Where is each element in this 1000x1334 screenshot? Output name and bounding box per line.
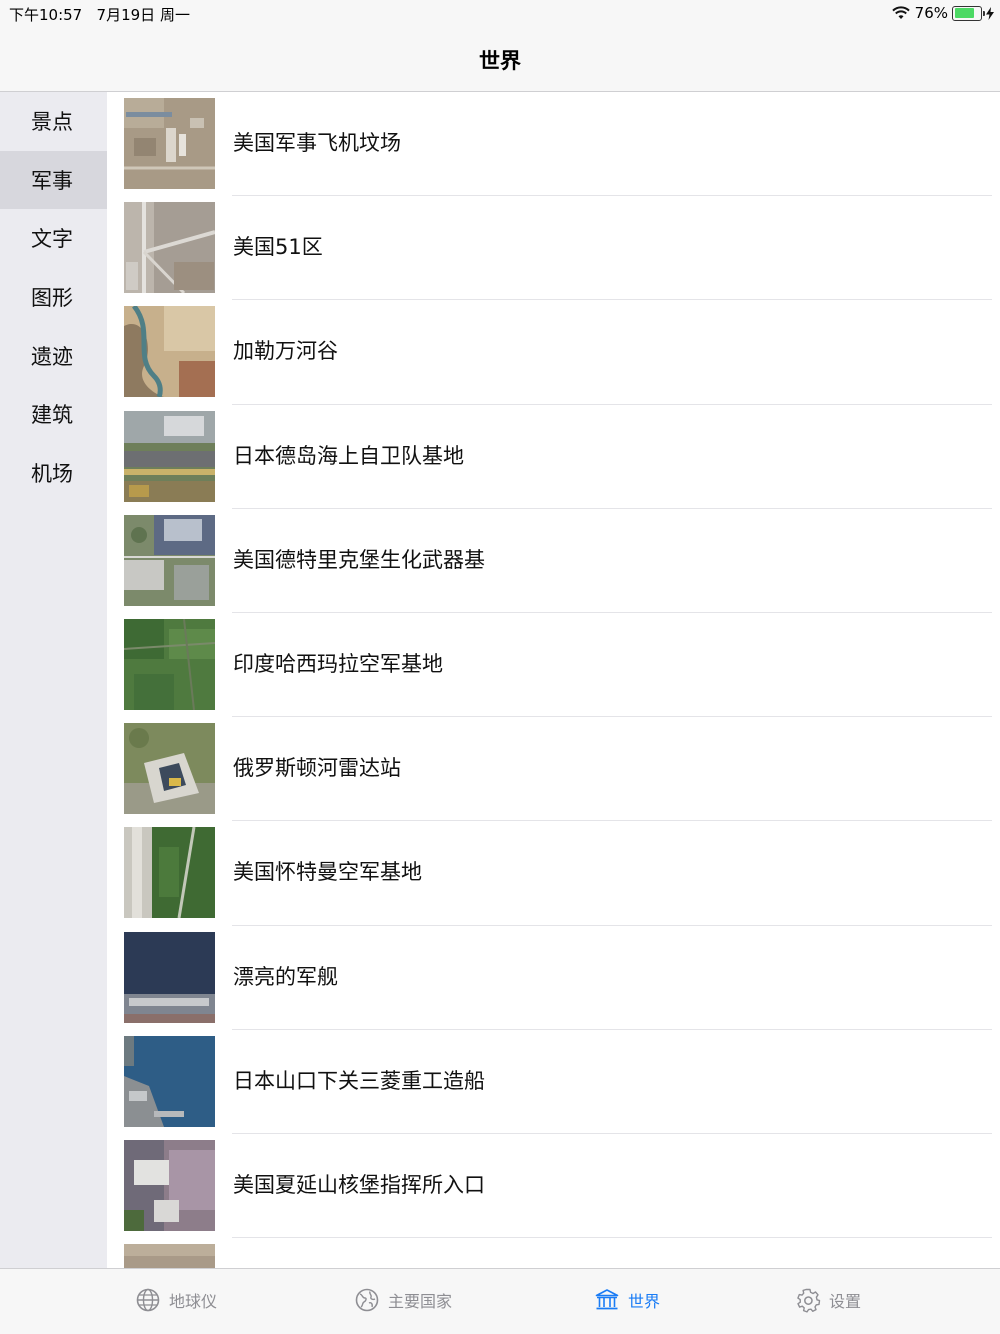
tab-world[interactable]: 世界: [594, 1287, 660, 1313]
tab-major-countries[interactable]: 主要国家: [354, 1287, 452, 1313]
list-item-label: 美国夏延山核堡指挥所入口: [233, 1173, 485, 1197]
status-clock: 下午10:57 7月19日 周一: [9, 4, 190, 25]
tab-label: 主要国家: [388, 1292, 453, 1311]
sidebar-item-label: 文字: [31, 227, 73, 252]
list-item-label: 美国怀特曼空军基地: [233, 860, 422, 885]
globe-icon: [136, 1288, 160, 1312]
satellite-thumbnail: [124, 306, 215, 398]
list-item-label: 漂亮的军舰: [233, 964, 338, 989]
tab-label: 地球仪: [169, 1292, 218, 1311]
navigation-bar: 世界: [0, 28, 1000, 92]
list-item-label: 加勒万河谷: [233, 339, 338, 364]
tab-label: 世界: [628, 1292, 661, 1311]
satellite-thumbnail: [124, 1244, 215, 1268]
gear-icon: [797, 1288, 821, 1313]
list-item[interactable]: 美国德特里克堡生化武器基: [107, 509, 1000, 613]
satellite-thumbnail: [124, 723, 215, 815]
list-item-label: 美国军事飞机坟场: [233, 131, 401, 155]
satellite-thumbnail: [124, 98, 215, 189]
sidebar-item-label: 建筑: [31, 403, 73, 428]
page-title: 世界: [479, 48, 521, 73]
sidebar-item-label: 军事: [31, 168, 73, 193]
list-item-label: 美国德特里克堡生化武器基: [233, 547, 485, 572]
list-item[interactable]: [107, 1238, 1000, 1268]
world-map-icon: [355, 1288, 379, 1312]
status-bar: 下午10:57 7月19日 周一 76%: [0, 0, 1000, 28]
list-item-label: 日本德岛海上自卫队基地: [233, 443, 464, 468]
list-item[interactable]: 美国怀特曼空军基地: [107, 821, 1000, 926]
sidebar-item-shapes[interactable]: 图形: [0, 268, 107, 327]
sidebar-item-ruins[interactable]: 遗迹: [0, 326, 107, 385]
sidebar-item-label: 机场: [31, 461, 73, 486]
location-list: 美国军事飞机坟场 美国51区 加勒万河谷 日本德岛海上自卫队基地 美国德特里克堡…: [107, 92, 1000, 1268]
battery-icon: [952, 5, 985, 21]
status-indicators: 76%: [891, 4, 994, 22]
list-item[interactable]: 美国夏延山核堡指挥所入口: [107, 1134, 1000, 1239]
sidebar-item-label: 遗迹: [31, 344, 73, 369]
sidebar-item-label: 景点: [31, 110, 73, 135]
sidebar-item-text[interactable]: 文字: [0, 209, 107, 268]
satellite-thumbnail: [124, 1140, 215, 1231]
category-sidebar: 景点 军事 文字 图形 遗迹 建筑 机场: [0, 92, 107, 1268]
sidebar-item-label: 图形: [31, 286, 73, 311]
battery-percent: 76%: [914, 4, 948, 22]
list-item-label: 印度哈西玛拉空军基地: [233, 652, 443, 676]
list-item[interactable]: 日本德岛海上自卫队基地: [107, 405, 1000, 509]
satellite-thumbnail: [124, 202, 215, 294]
status-time: 下午10:57: [9, 6, 83, 24]
satellite-thumbnail: [124, 514, 215, 606]
list-item-label: 俄罗斯顿河雷达站: [233, 756, 401, 781]
list-item-label: 日本山口下关三菱重工造船: [233, 1068, 485, 1093]
list-item-label: 美国51区: [233, 235, 323, 260]
museum-icon: [595, 1289, 619, 1310]
battery-level: [954, 8, 974, 18]
list-item[interactable]: 美国51区: [107, 196, 1000, 301]
sidebar-item-scenic[interactable]: 景点: [0, 92, 107, 151]
tab-label: 设置: [829, 1292, 862, 1311]
tab-globe[interactable]: 地球仪: [135, 1287, 217, 1313]
sidebar-item-buildings[interactable]: 建筑: [0, 385, 107, 444]
tab-bar: 地球仪 主要国家 世界 设置: [0, 1268, 1000, 1334]
status-date: 7月19日 周一: [96, 6, 190, 24]
tab-settings[interactable]: 设置: [795, 1287, 861, 1313]
list-item[interactable]: 美国军事飞机坟场: [107, 92, 1000, 197]
list-item[interactable]: 加勒万河谷: [107, 300, 1000, 405]
wifi-icon: [891, 6, 910, 19]
charging-icon: [986, 6, 994, 20]
list-item[interactable]: 印度哈西玛拉空军基地: [107, 613, 1000, 718]
satellite-thumbnail: [124, 827, 215, 919]
sidebar-item-military[interactable]: 军事: [0, 150, 107, 210]
satellite-thumbnail: [124, 410, 215, 502]
satellite-thumbnail: [124, 1035, 215, 1127]
list-item[interactable]: 漂亮的军舰: [107, 926, 1000, 1030]
satellite-thumbnail: [124, 931, 215, 1023]
sidebar-item-airports[interactable]: 机场: [0, 444, 107, 503]
satellite-thumbnail: [124, 619, 215, 710]
list-item[interactable]: 日本山口下关三菱重工造船: [107, 1030, 1000, 1134]
list-item[interactable]: 俄罗斯顿河雷达站: [107, 717, 1000, 822]
